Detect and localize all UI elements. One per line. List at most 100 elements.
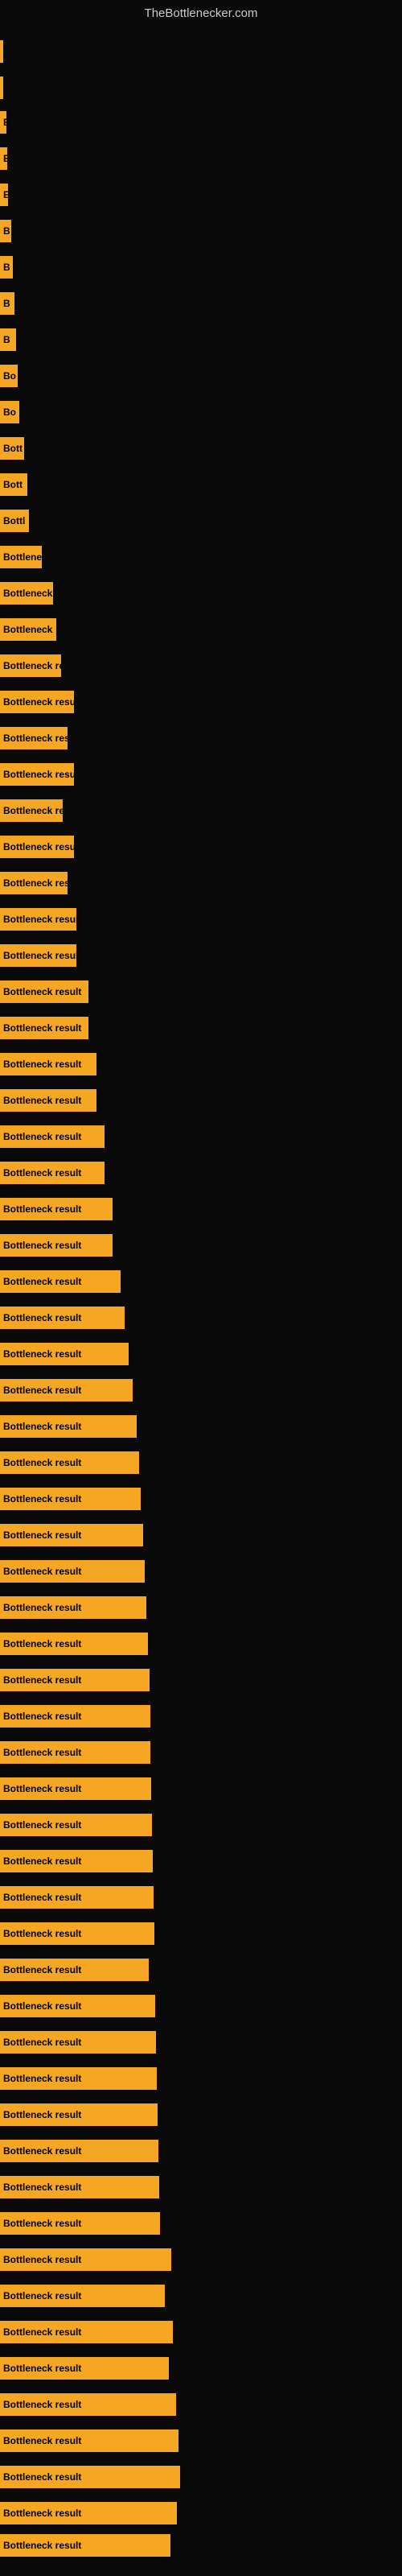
bar-item: Bottleneck result xyxy=(0,2031,156,2054)
bar-item: B xyxy=(0,256,13,279)
bar-item: Bottleneck result xyxy=(0,2502,177,2524)
bar-item: Bottleneck result xyxy=(0,944,76,967)
bar-label: Bottleneck result xyxy=(0,1814,152,1836)
bar-label: Bottleneck result xyxy=(0,1343,129,1365)
bar-label: B xyxy=(0,220,11,242)
bar-item: Bottleneck result xyxy=(0,1886,154,1909)
bar-item: Bottleneck result xyxy=(0,1089,96,1112)
bar-label: Bottleneck result xyxy=(0,2321,173,2343)
bar-item: Bottleneck result xyxy=(0,1053,96,1075)
bar-label: Bottleneck result xyxy=(0,2357,169,2380)
bar-item: Bottleneck result xyxy=(0,1343,129,1365)
bar-item: Bottleneck xyxy=(0,618,56,641)
bar-item: Bottleneck result xyxy=(0,1379,133,1402)
bar-label: Bottleneck result xyxy=(0,2176,159,2198)
bar-label: Bottleneck result xyxy=(0,1488,141,1510)
bar-item: Bottleneck result xyxy=(0,1162,105,1184)
bar-item: Bottleneck result xyxy=(0,1705,150,1728)
bar-label: Bottleneck result xyxy=(0,1162,105,1184)
bar-item: Bottleneck result xyxy=(0,1777,151,1800)
bar-item: Bottleneck result xyxy=(0,1633,148,1655)
bar-label: Bottleneck result xyxy=(0,1596,146,1619)
bar-item: Bottleneck result xyxy=(0,2466,180,2488)
bar-label: Bottleneck result xyxy=(0,1415,137,1438)
bar-label: Bott xyxy=(0,473,27,496)
bar-label: Bottleneck result xyxy=(0,2285,165,2307)
bar-label: Bottleneck re xyxy=(0,582,53,605)
bar-item: Bott xyxy=(0,437,24,460)
bar-label: Bottleneck result xyxy=(0,1560,145,1583)
bar-label: Bottlenec xyxy=(0,546,42,568)
bar-label xyxy=(0,40,3,63)
bar-item: Bottleneck result xyxy=(0,2212,160,2235)
bar-item: Bottleneck result xyxy=(0,1017,88,1039)
bar-label: Bottleneck result xyxy=(0,1777,151,1800)
bar-label: Bottleneck xyxy=(0,618,56,641)
bar-item: Bottleneck result xyxy=(0,2534,170,2557)
bar-label: Bottleneck result xyxy=(0,980,88,1003)
bar-item: Bottleneck result xyxy=(0,2176,159,2198)
bar-item: Bottleneck result xyxy=(0,2103,158,2126)
bar-label: Bo xyxy=(0,401,19,423)
bar-label: E xyxy=(0,111,6,134)
bar-label: Bottleneck result xyxy=(0,1017,88,1039)
bar-label xyxy=(0,76,3,99)
bar-label: Bottleneck result xyxy=(0,1850,153,1872)
bar-item: Bottleneck result xyxy=(0,763,74,786)
bar-item: Bottleneck resu xyxy=(0,654,61,677)
bar-label: Bottleneck result xyxy=(0,2031,156,2054)
bar-item: Bottleneck result xyxy=(0,836,74,858)
bar-item: Bottleneck result xyxy=(0,2285,165,2307)
bar-label: Bottleneck result xyxy=(0,2140,158,2162)
bar-item: Bottleneck result xyxy=(0,2393,176,2416)
bar-label: Bottleneck result xyxy=(0,1524,143,1546)
bar-item: Bottleneck result xyxy=(0,1669,150,1691)
bar-item: Bottleneck result xyxy=(0,1850,153,1872)
bar-item: Bottleneck result xyxy=(0,2321,173,2343)
bar-item: Bottleneck result xyxy=(0,1234,113,1257)
bar-label: Bott xyxy=(0,437,24,460)
bar-item: Bottleneck result xyxy=(0,691,74,713)
bar-item: Bottleneck result xyxy=(0,1488,141,1510)
bar-item: Bottleneck result xyxy=(0,1198,113,1220)
bar-item: Bottleneck result xyxy=(0,1270,121,1293)
bar-item: Bottleneck res xyxy=(0,799,63,822)
bar-label: Bottleneck result xyxy=(0,1922,154,1945)
bar-item: Bottleneck result xyxy=(0,1995,155,2017)
bar-item: Bo xyxy=(0,401,19,423)
bar-label: Bottleneck result xyxy=(0,2393,176,2416)
bar-label: Bottleneck result xyxy=(0,1307,125,1329)
bar-label: Bottleneck result xyxy=(0,2248,171,2271)
bar-item: Bottleneck result xyxy=(0,908,76,931)
bar-item: Bottleneck resu xyxy=(0,872,68,894)
bar-item: Bottleneck re xyxy=(0,582,53,605)
bar-item: Bottleneck result xyxy=(0,1922,154,1945)
bar-item: Bottleneck result xyxy=(0,1524,143,1546)
bar-item: Bott xyxy=(0,473,27,496)
bar-label: E xyxy=(0,184,8,206)
bar-label: Bottleneck result xyxy=(0,1959,149,1981)
bar-label: Bottleneck result xyxy=(0,1451,139,1474)
bar-item xyxy=(0,76,3,99)
bar-label: Bottleneck resu xyxy=(0,872,68,894)
bar-item: Bottleneck result xyxy=(0,1307,125,1329)
bar-label: Bottleneck result xyxy=(0,2502,177,2524)
site-title: TheBottlenecker.com xyxy=(145,6,258,20)
bar-label: Bottleneck result xyxy=(0,1669,150,1691)
bar-label: Bottleneck result xyxy=(0,1995,155,2017)
bar-item: E xyxy=(0,184,8,206)
bar-label: Bottleneck result xyxy=(0,1053,96,1075)
bar-label: Bottleneck result xyxy=(0,2429,178,2452)
bar-item: Bottlenec xyxy=(0,546,42,568)
bar-label: B xyxy=(0,256,13,279)
bar-label: Bottleneck result xyxy=(0,2534,170,2557)
bar-label: Bottleneck result xyxy=(0,1234,113,1257)
bar-label: B xyxy=(0,292,14,315)
bar-label: Bottleneck result xyxy=(0,1705,150,1728)
bar-item: E xyxy=(0,111,6,134)
bar-label: Bottleneck result xyxy=(0,908,76,931)
bar-label: Bottleneck result xyxy=(0,763,74,786)
bar-label: Bottl xyxy=(0,510,29,532)
bar-label: Bottleneck result xyxy=(0,836,74,858)
bar-label: Bottleneck result xyxy=(0,1886,154,1909)
